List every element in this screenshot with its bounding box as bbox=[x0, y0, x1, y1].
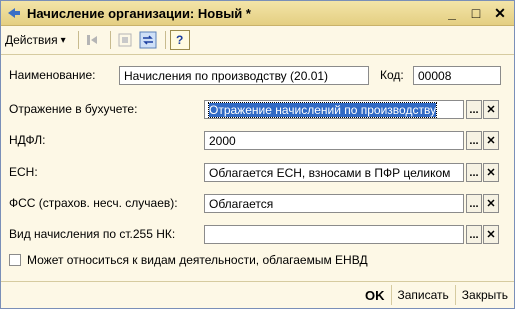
minimize-button[interactable]: _ bbox=[442, 5, 462, 21]
fss-clear-button[interactable]: ✕ bbox=[483, 194, 499, 213]
ndfl-select-button[interactable]: ... bbox=[466, 131, 482, 150]
ndfl-clear-button[interactable]: ✕ bbox=[483, 131, 499, 150]
esn-field[interactable]: Облагается ЕСН, взносами в ПФР целиком bbox=[204, 163, 464, 182]
envd-label: Может относиться к видам деятельности, о… bbox=[27, 253, 368, 267]
toolbar-separator bbox=[77, 31, 79, 49]
go-to-icon bbox=[86, 35, 97, 45]
actions-label: Действия bbox=[5, 33, 58, 47]
structure-button[interactable] bbox=[115, 30, 135, 50]
go-to-button[interactable] bbox=[83, 30, 103, 50]
document-arrow-icon bbox=[8, 8, 20, 18]
help-button[interactable]: ? bbox=[169, 30, 190, 50]
code-field[interactable]: 00008 bbox=[413, 66, 501, 85]
ndfl-field[interactable]: 2000 bbox=[204, 131, 464, 150]
maximize-button[interactable]: □ bbox=[466, 5, 486, 21]
vid-clear-button[interactable]: ✕ bbox=[483, 225, 499, 244]
window-title: Начисление организации: Новый * bbox=[27, 5, 251, 21]
code-label: Код: bbox=[380, 68, 404, 82]
swap-arrows-icon bbox=[139, 31, 157, 49]
vid-select-button[interactable]: ... bbox=[466, 225, 482, 244]
fss-select-button[interactable]: ... bbox=[466, 194, 482, 213]
accounting-field[interactable]: Отражение начислений по производству bbox=[204, 100, 464, 119]
accounting-label: Отражение в бухучете: bbox=[9, 102, 138, 116]
accounting-clear-button[interactable]: ✕ bbox=[483, 100, 499, 119]
footer-bar: OK Записать Закрыть bbox=[1, 281, 514, 308]
esn-clear-button[interactable]: ✕ bbox=[483, 163, 499, 182]
toolbar-separator bbox=[109, 31, 111, 49]
ok-button[interactable]: OK bbox=[359, 285, 391, 305]
esn-label: ЕСН: bbox=[9, 165, 38, 179]
vid-label: Вид начисления по ст.255 НК: bbox=[9, 227, 176, 241]
toolbar-separator bbox=[164, 31, 166, 49]
document-window: Начисление организации: Новый * _ □ ✕ Де… bbox=[0, 0, 515, 309]
name-field[interactable]: Начисления по производству (20.01) bbox=[119, 66, 369, 85]
close-form-button[interactable]: Закрыть bbox=[454, 285, 514, 305]
fss-label: ФСС (страхов. несч. случаев): bbox=[9, 196, 178, 210]
title-bar[interactable]: Начисление организации: Новый * _ □ ✕ bbox=[1, 1, 514, 26]
fss-field[interactable]: Облагается bbox=[204, 194, 464, 213]
structure-icon bbox=[118, 33, 132, 47]
close-button[interactable]: ✕ bbox=[490, 5, 510, 22]
envd-checkbox[interactable] bbox=[9, 254, 21, 266]
accounting-select-button[interactable]: ... bbox=[466, 100, 482, 119]
chevron-down-icon: ▾ bbox=[60, 34, 66, 46]
ndfl-label: НДФЛ: bbox=[9, 133, 46, 147]
actions-menu[interactable]: Действия ▾ bbox=[5, 33, 66, 47]
esn-select-button[interactable]: ... bbox=[466, 163, 482, 182]
toolbar: Действия ▾ ? bbox=[1, 26, 514, 55]
vid-field[interactable] bbox=[204, 225, 464, 244]
name-label: Наименование: bbox=[9, 68, 96, 82]
save-button[interactable]: Записать bbox=[390, 285, 455, 305]
accounting-value: Отражение начислений по производству bbox=[207, 102, 438, 118]
switch-button[interactable] bbox=[138, 30, 158, 50]
